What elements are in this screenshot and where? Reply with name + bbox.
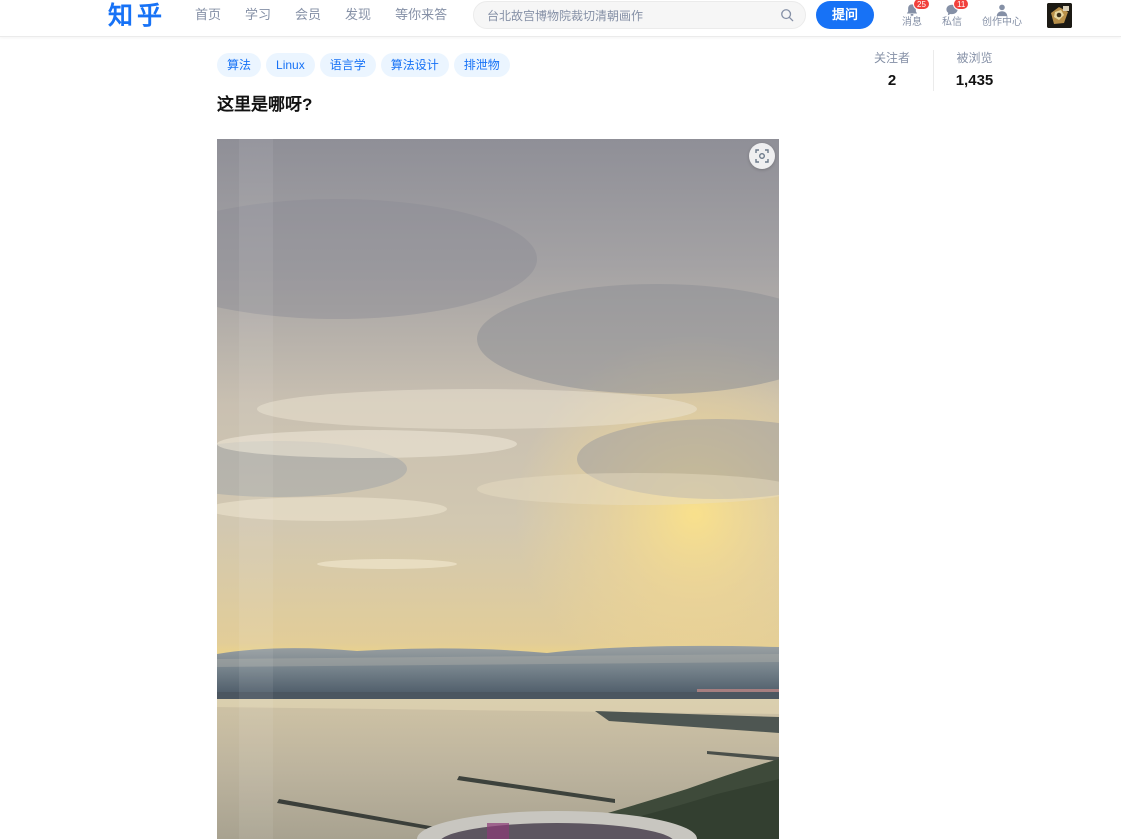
zhihu-logo[interactable]: 知乎 bbox=[108, 1, 166, 31]
private-messages-count-badge: 11 bbox=[953, 0, 970, 10]
nav-learn-link[interactable]: 学习 bbox=[245, 7, 271, 23]
private-messages-button[interactable]: 11 私信 bbox=[926, 0, 978, 34]
nav-waiting-answers-link[interactable]: 等你来答 bbox=[395, 7, 447, 23]
nav-vip-link[interactable]: 会员 bbox=[295, 7, 321, 23]
views-count: 1,435 bbox=[955, 72, 994, 89]
views-label: 被浏览 bbox=[956, 51, 993, 65]
topic-tag[interactable]: 排泄物 bbox=[453, 53, 510, 77]
topic-tag[interactable]: Linux bbox=[266, 53, 315, 77]
search-input[interactable] bbox=[487, 7, 777, 24]
nav-home-link[interactable]: 首页 bbox=[195, 7, 221, 23]
scan-icon bbox=[755, 149, 769, 163]
topic-tags: 算法 Linux 语言学 算法设计 排泄物 bbox=[217, 53, 515, 77]
creator-center-label: 创作中心 bbox=[982, 17, 1022, 28]
search-box bbox=[473, 1, 806, 29]
question-stats: 关注者 2 被浏览 1,435 bbox=[851, 50, 1015, 91]
followers-stat[interactable]: 关注者 2 bbox=[851, 50, 933, 91]
followers-label: 关注者 bbox=[873, 51, 910, 65]
views-stat: 被浏览 1,435 bbox=[933, 50, 1015, 91]
top-navigation-bar: 知乎 首页 学习 会员 发现 等你来答 提问 25 消息 11 私信 bbox=[0, 0, 1121, 37]
question-title: 这里是哪呀? bbox=[217, 95, 313, 114]
user-avatar[interactable] bbox=[1047, 3, 1072, 28]
topic-tag[interactable]: 语言学 bbox=[319, 53, 376, 77]
nav-discover-link[interactable]: 发现 bbox=[345, 7, 371, 23]
ask-question-button[interactable]: 提问 bbox=[816, 1, 874, 29]
sunset-bay-photo bbox=[217, 139, 779, 839]
main-nav: 首页 学习 会员 发现 等你来答 bbox=[195, 7, 471, 23]
question-image[interactable] bbox=[217, 139, 779, 839]
topic-tag[interactable]: 算法 bbox=[217, 53, 262, 77]
private-messages-label: 私信 bbox=[942, 17, 962, 28]
topic-tag[interactable]: 算法设计 bbox=[380, 53, 449, 77]
person-icon bbox=[996, 4, 1008, 17]
creator-center-button[interactable]: 创作中心 bbox=[976, 2, 1028, 34]
followers-count: 2 bbox=[887, 72, 897, 89]
image-scan-button[interactable] bbox=[749, 143, 775, 169]
search-icon[interactable] bbox=[780, 8, 794, 22]
